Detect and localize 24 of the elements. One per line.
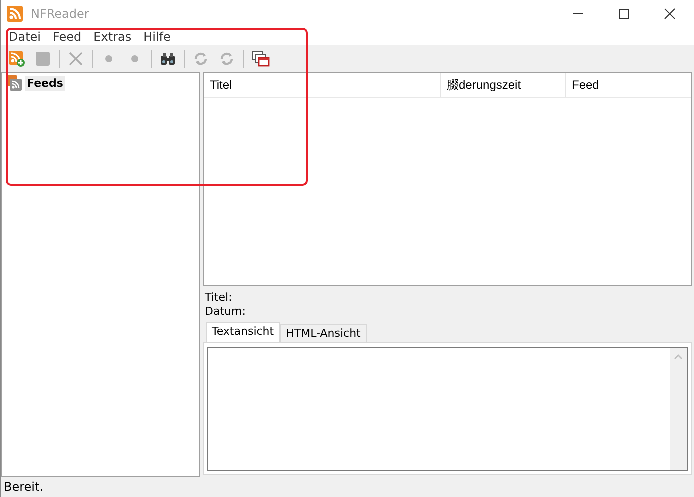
maximize-icon[interactable] xyxy=(618,8,630,20)
feed-add-icon[interactable] xyxy=(9,50,25,66)
status-text: Bereit. xyxy=(4,480,44,494)
menu-item[interactable]: Datei xyxy=(3,30,48,44)
tree-item[interactable]: Feeds xyxy=(25,76,66,90)
date-label: Datum: xyxy=(205,305,247,318)
column-header[interactable]: Feed xyxy=(566,73,691,97)
window-title: NFReader xyxy=(31,7,90,21)
tab[interactable]: Textansicht xyxy=(206,322,280,342)
column-header[interactable]: Titel xyxy=(204,73,441,97)
scrollbar[interactable] xyxy=(670,348,687,470)
close-icon[interactable] xyxy=(664,8,676,20)
rss-icon xyxy=(7,6,23,22)
title-label: Titel: xyxy=(205,291,234,304)
menu-item[interactable]: Feed xyxy=(47,30,88,44)
menu-item[interactable]: Hilfe xyxy=(138,30,177,44)
binoculars-icon[interactable] xyxy=(160,52,176,66)
column-header[interactable]: 腏derungszeit xyxy=(441,73,566,97)
text-view[interactable] xyxy=(207,347,688,471)
windows-icon[interactable] xyxy=(252,50,270,66)
tab[interactable]: HTML-Ansicht xyxy=(280,324,367,342)
menu-item[interactable]: Extras xyxy=(88,30,138,44)
scroll-up-icon[interactable] xyxy=(674,354,683,360)
feeds-icon xyxy=(6,75,22,91)
